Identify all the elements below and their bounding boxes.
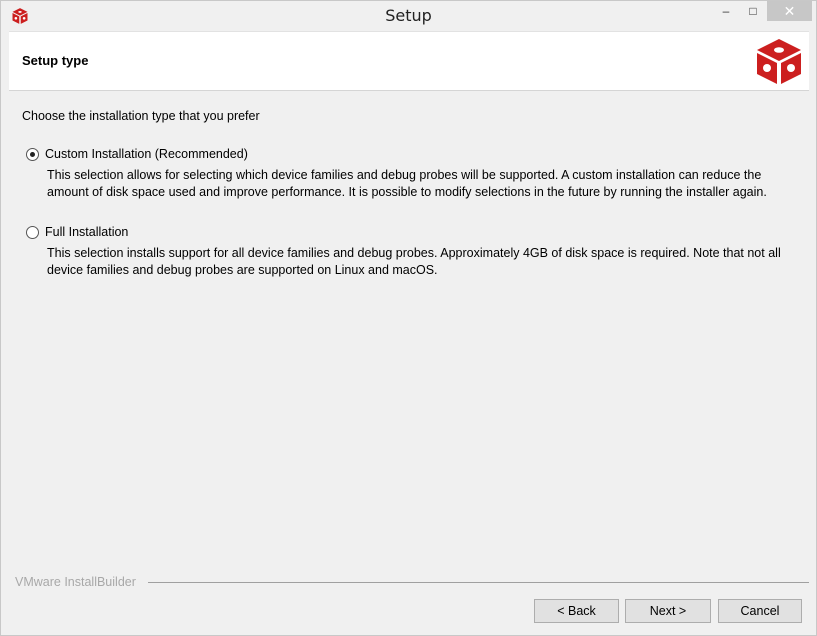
maximize-button[interactable]: □	[740, 1, 766, 21]
full-installation-label[interactable]: Full Installation	[45, 225, 128, 239]
red-cube-logo-icon	[757, 39, 801, 84]
installbuilder-brand: VMware InstallBuilder	[15, 575, 136, 589]
setup-window: Setup – □ ✕ Setup type Choose the instal…	[0, 0, 817, 636]
maximize-icon: □	[749, 4, 757, 18]
window-title: Setup	[385, 6, 432, 25]
footer-divider	[148, 582, 809, 583]
content-area: Choose the installation type that you pr…	[22, 109, 804, 123]
custom-installation-description: This selection allows for selecting whic…	[47, 168, 767, 199]
minimize-icon: –	[722, 4, 730, 18]
close-button[interactable]: ✕	[767, 1, 812, 21]
install-type-prompt: Choose the installation type that you pr…	[22, 109, 260, 123]
title-bar[interactable]: Setup – □ ✕	[1, 1, 816, 30]
option-full-installation[interactable]: Full Installation This selection install…	[26, 224, 802, 279]
back-button[interactable]: < Back	[534, 599, 619, 623]
minimize-button[interactable]: –	[713, 1, 739, 21]
page-header: Setup type	[9, 31, 809, 91]
full-installation-radio[interactable]	[26, 225, 39, 239]
custom-installation-label[interactable]: Custom Installation (Recommended)	[45, 147, 248, 161]
page-title: Setup type	[22, 53, 89, 68]
close-icon: ✕	[783, 2, 796, 19]
footer-branding: VMware InstallBuilder	[15, 575, 809, 589]
option-custom-installation[interactable]: Custom Installation (Recommended) This s…	[26, 146, 802, 201]
cancel-button[interactable]: Cancel	[718, 599, 802, 623]
custom-installation-radio[interactable]	[26, 147, 39, 161]
full-installation-description: This selection installs support for all …	[47, 246, 781, 277]
next-button[interactable]: Next >	[625, 599, 711, 623]
